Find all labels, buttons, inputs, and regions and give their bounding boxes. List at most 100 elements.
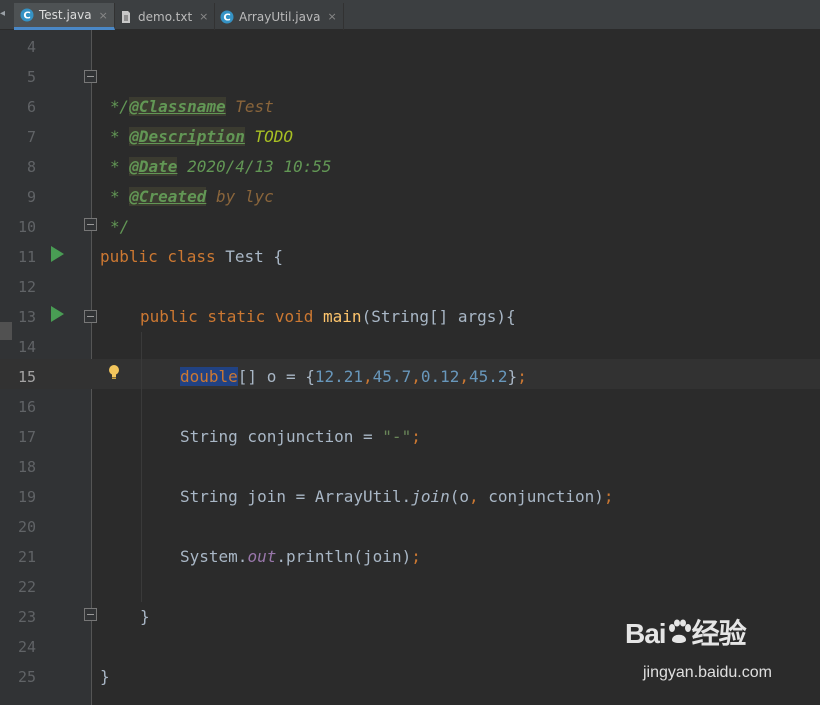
line-number: 13 xyxy=(17,308,36,326)
declaration: String join = ArrayUtil. xyxy=(180,487,412,506)
baidu-paw-icon xyxy=(668,619,691,643)
doc-tag-value: 2020/4/13 10:55 xyxy=(177,157,332,176)
line-number: 23 xyxy=(17,608,36,626)
code-line-25: } xyxy=(100,662,110,692)
svg-text:C: C xyxy=(23,11,30,22)
tab-demo-txt[interactable]: demo.txt × xyxy=(113,3,216,30)
code-line-17: String conjunction = "-"; xyxy=(180,422,421,452)
doc-tag-classname: @Classname xyxy=(129,97,226,116)
doc-star: * xyxy=(110,97,130,116)
line-number: 4 xyxy=(26,38,36,56)
code-line-15[interactable]: double[] o = {12.21,45.7,0.12,45.2}; xyxy=(180,362,527,392)
call-args: conjunction) xyxy=(478,487,604,506)
brace: } xyxy=(140,607,150,626)
java-class-icon: C xyxy=(20,8,34,22)
baidu-jingyan-watermark: Bai 经验 jingyan.baidu.com xyxy=(625,612,775,692)
doc-tag-description: @Description xyxy=(129,127,245,146)
code-line-7: * @Description TODO xyxy=(110,122,293,152)
text-file-icon xyxy=(122,10,130,23)
number-literal: 45.7 xyxy=(372,367,412,386)
line-number: 18 xyxy=(17,458,36,476)
class-ref: System. xyxy=(180,547,248,566)
indent-guide xyxy=(141,332,142,602)
fold-toggle-icon[interactable] xyxy=(84,310,97,323)
svg-text:C: C xyxy=(223,12,230,23)
run-main-icon[interactable] xyxy=(51,306,64,322)
tab-close-icon[interactable]: × xyxy=(327,10,336,23)
line-number: 25 xyxy=(17,668,36,686)
static-method-call: join xyxy=(411,487,450,506)
line-number: 14 xyxy=(17,338,36,356)
doc-star: * xyxy=(110,127,130,146)
run-class-icon[interactable] xyxy=(51,246,64,262)
comma: , xyxy=(459,367,470,386)
code-line-10: */ xyxy=(110,212,129,242)
line-number: 11 xyxy=(17,248,36,266)
code-line-6: * @Classname Test xyxy=(110,92,274,122)
tab-close-icon[interactable]: × xyxy=(99,9,108,22)
watermark-url: jingyan.baidu.com xyxy=(643,664,772,681)
code-line-9: * @Created by lyc xyxy=(110,182,274,212)
tab-test-java[interactable]: C Test.java × xyxy=(14,3,115,30)
line-number: 21 xyxy=(17,548,36,566)
static-field: out xyxy=(247,547,277,566)
comma: , xyxy=(468,487,479,506)
line-number: 20 xyxy=(17,518,36,536)
tab-close-icon[interactable]: × xyxy=(199,10,208,23)
doc-tag-value: by lyc xyxy=(206,187,274,206)
line-number: 19 xyxy=(17,488,36,506)
code-line-5: /** xyxy=(100,62,148,116)
editor-tab-bar: ◂ C Test.java × demo.txt × C ArrayUtil.j… xyxy=(0,0,820,30)
line-number-current: 15 xyxy=(17,368,36,386)
intention-bulb-icon[interactable] xyxy=(108,364,120,380)
keyword: public class xyxy=(100,247,226,266)
watermark-logo: Bai 经验 xyxy=(625,612,747,652)
doc-star: * xyxy=(110,187,130,206)
code-line-11: public class Test { xyxy=(100,242,283,272)
number-literal: 45.2 xyxy=(469,367,508,386)
fold-toggle-icon[interactable] xyxy=(84,70,97,83)
semicolon: ; xyxy=(411,427,421,446)
tab-scroll-left-icon[interactable]: ◂ xyxy=(0,8,10,22)
code-line-23: } xyxy=(140,602,150,632)
semicolon: ; xyxy=(411,547,421,566)
class-name: Test xyxy=(225,247,274,266)
keyword: public static void xyxy=(140,307,324,326)
line-number: 9 xyxy=(26,188,36,206)
tab-arrayutil-java[interactable]: C ArrayUtil.java × xyxy=(214,3,344,30)
doc-star: * xyxy=(110,157,130,176)
code-line-8: * @Date 2020/4/13 10:55 xyxy=(110,152,332,182)
line-number: 6 xyxy=(26,98,36,116)
line-number: 10 xyxy=(17,218,36,236)
line-number: 8 xyxy=(26,158,36,176)
watermark-logo-cn: 经验 xyxy=(691,618,747,649)
java-class-icon: C xyxy=(220,10,234,23)
string-literal: "-" xyxy=(382,427,412,446)
brace: } xyxy=(100,667,110,686)
method-call: .println(join) xyxy=(276,547,412,566)
number-literal: 12.21 xyxy=(314,367,364,386)
call-args: (o xyxy=(449,487,469,506)
fold-toggle-icon[interactable] xyxy=(84,218,97,231)
number-literal: 0.12 xyxy=(420,367,460,386)
declaration: String conjunction = xyxy=(180,427,383,446)
line-number: 7 xyxy=(26,128,36,146)
doc-comment-close: */ xyxy=(110,217,130,236)
line-number: 12 xyxy=(17,278,36,296)
fold-toggle-icon[interactable] xyxy=(84,608,97,621)
doc-tag-date: @Date xyxy=(129,157,178,176)
line-number: 16 xyxy=(17,398,36,416)
doc-tag-value: Test xyxy=(225,97,274,116)
comma: , xyxy=(411,367,421,386)
line-number: 24 xyxy=(17,638,36,656)
watermark-logo-text: Bai xyxy=(625,618,667,649)
method-signature: (String[] args){ xyxy=(361,307,516,326)
line-number: 22 xyxy=(17,578,36,596)
code-line-19: String join = ArrayUtil.join(o, conjunct… xyxy=(180,482,614,512)
semicolon: ; xyxy=(603,487,614,506)
tab-label: Test.java xyxy=(39,8,92,22)
semicolon: ; xyxy=(517,367,527,386)
doc-tag-created: @Created xyxy=(129,187,207,206)
code-line-21: System.out.println(join); xyxy=(180,542,421,572)
doc-todo: TODO xyxy=(244,127,294,146)
